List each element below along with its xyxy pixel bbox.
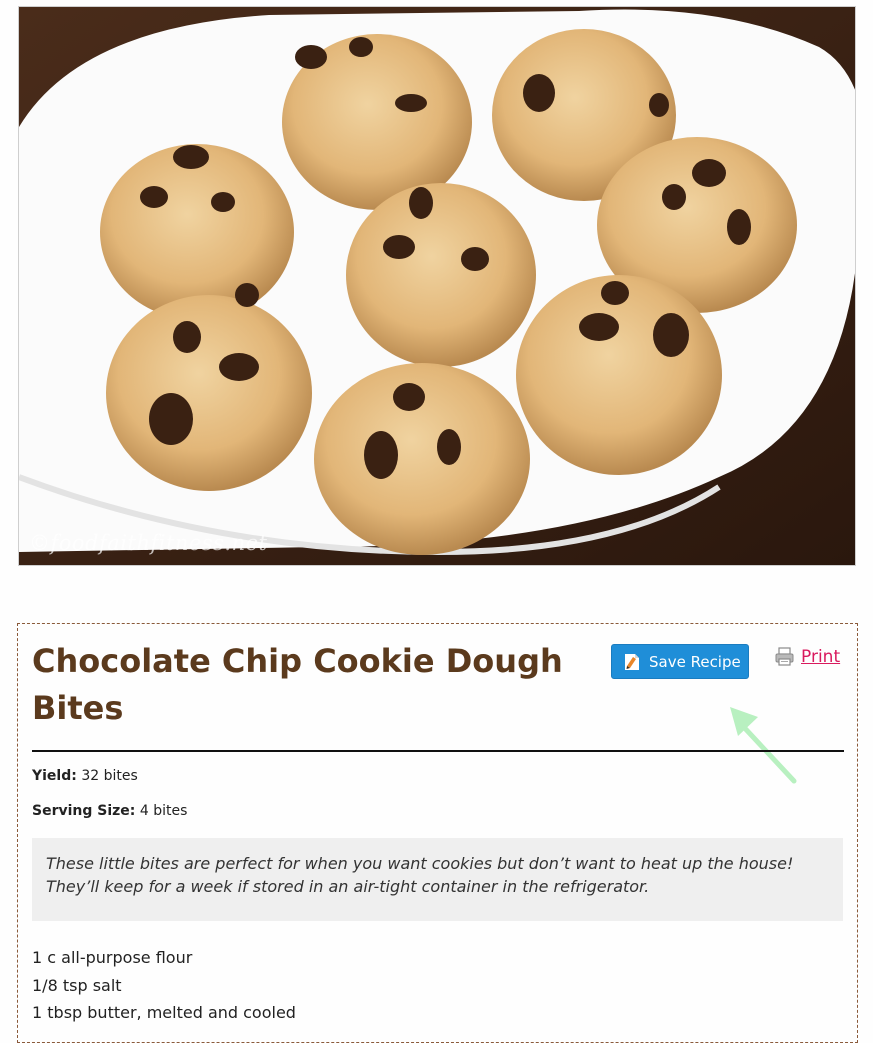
serving-size-value: 4 bites bbox=[139, 803, 188, 819]
print-link[interactable]: Print bbox=[774, 646, 840, 667]
ingredients-list: 1 c all-purpose flour 1/8 tsp salt 1 tbs… bbox=[32, 944, 296, 1027]
recipe-summary: These little bites are perfect for when … bbox=[32, 838, 843, 921]
recipe-title: Chocolate Chip Cookie Dough Bites bbox=[32, 642, 563, 727]
yield-value: 32 bites bbox=[81, 768, 138, 784]
arrow-pointer-icon bbox=[730, 707, 797, 784]
recipe-photo: ©foodfaithfitness.net bbox=[18, 6, 856, 566]
save-recipe-icon bbox=[621, 651, 643, 673]
printer-icon bbox=[774, 646, 795, 667]
recipe-card: Chocolate Chip Cookie Dough Bites Save R… bbox=[17, 623, 858, 1043]
ingredient-item: 1 c all-purpose flour bbox=[32, 948, 193, 967]
print-label: Print bbox=[801, 646, 841, 667]
save-recipe-button[interactable]: Save Recipe bbox=[611, 644, 749, 679]
ingredient-item: 1 tbsp butter, melted and cooled bbox=[32, 1003, 296, 1022]
serving-size-row: Serving Size: 4 bites bbox=[32, 803, 187, 819]
yield-label: Yield: bbox=[32, 768, 77, 784]
cookie-dough-illustration bbox=[19, 7, 855, 565]
save-recipe-label: Save Recipe bbox=[649, 652, 741, 671]
title-divider bbox=[32, 750, 844, 752]
ingredient-item: 1/8 tsp salt bbox=[32, 975, 122, 995]
serving-size-label: Serving Size: bbox=[32, 803, 136, 819]
photo-watermark: ©foodfaithfitness.net bbox=[29, 531, 268, 555]
yield-row: Yield: 32 bites bbox=[32, 768, 138, 784]
